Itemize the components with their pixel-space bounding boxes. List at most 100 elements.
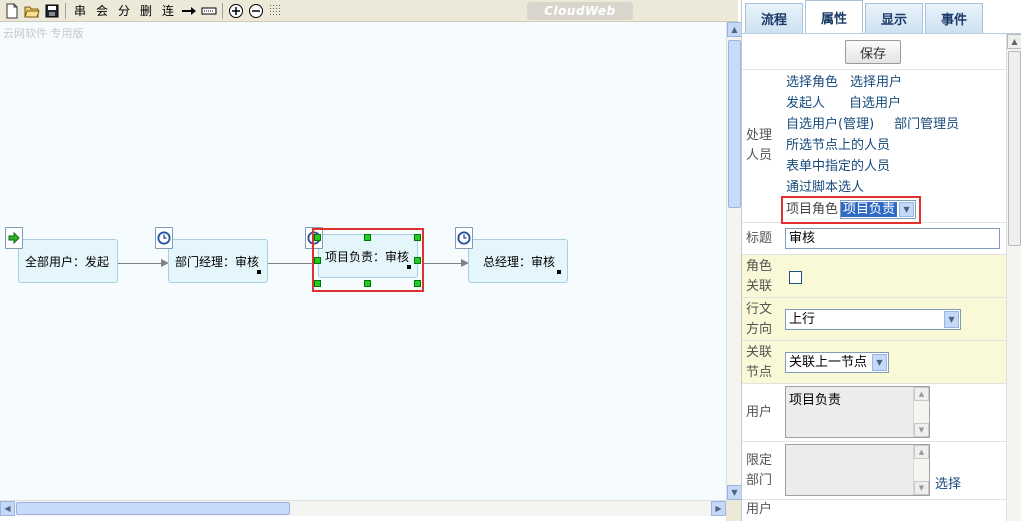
node-members-link[interactable]: 所选节点上的人员 <box>786 135 890 156</box>
textarea-scrollbar[interactable]: ▲ ▼ <box>913 387 929 437</box>
scroll-up-icon[interactable]: ▲ <box>914 445 929 459</box>
scroll-left-icon[interactable]: ◀ <box>0 501 15 516</box>
textarea-scrollbar[interactable]: ▲ ▼ <box>913 445 929 495</box>
dept-row: 限定部门 ▲ ▼ 选择 <box>742 442 1006 500</box>
resize-handle[interactable] <box>314 234 321 241</box>
panel-vertical-scrollbar[interactable]: ▲ <box>1006 34 1021 521</box>
direction-select[interactable]: 上行 ▼ <box>785 309 961 330</box>
flow-node-dept-manager[interactable]: 部门经理：审核 <box>168 239 268 283</box>
canvas-vertical-scrollbar[interactable]: ▲ ▼ <box>726 22 742 500</box>
scroll-thumb[interactable] <box>16 502 290 515</box>
flow-node-start[interactable]: 全部用户：发起 <box>18 239 118 283</box>
scroll-down-icon[interactable]: ▼ <box>727 485 742 500</box>
resize-handle[interactable] <box>414 257 421 264</box>
resize-handle[interactable] <box>364 234 371 241</box>
save-button[interactable]: 保存 <box>845 40 901 64</box>
choose-dept-link[interactable]: 选择 <box>935 474 961 495</box>
toolbar: 串 会 分 删 连 CloudWeb <box>0 0 738 22</box>
resize-handle[interactable] <box>314 257 321 264</box>
connect-button[interactable]: 连 <box>157 1 179 21</box>
watermark: 云网软件 专用版 <box>3 27 84 40</box>
scroll-down-icon[interactable]: ▼ <box>914 423 929 437</box>
linked-node-select[interactable]: 关联上一节点 ▼ <box>785 352 889 373</box>
tab-flow[interactable]: 流程 <box>745 3 803 33</box>
direction-row: 行文方向 上行 ▼ <box>742 298 1006 341</box>
new-file-icon[interactable] <box>2 1 22 21</box>
keyboard-icon[interactable] <box>199 1 219 21</box>
flow-node-gm[interactable]: 总经理：审核 <box>468 239 568 283</box>
scroll-right-icon[interactable]: ▶ <box>711 501 726 516</box>
flow-arrow <box>118 263 162 264</box>
zoom-in-icon[interactable] <box>226 1 246 21</box>
scroll-up-icon[interactable]: ▲ <box>1007 34 1021 49</box>
user2-row: 用户 <box>742 500 1006 521</box>
scroll-up-icon[interactable]: ▲ <box>914 387 929 401</box>
flow-arrow <box>424 263 462 264</box>
split-button[interactable]: 分 <box>113 1 135 21</box>
serial-button[interactable]: 串 <box>69 1 91 21</box>
properties-form: 保存 处理人员 选择角色 选择用户 发起人 自选用户 自选用户(管理) 部门管理… <box>742 34 1006 521</box>
tab-properties[interactable]: 属性 <box>805 0 863 33</box>
clock-icon <box>455 227 473 249</box>
scroll-thumb[interactable] <box>1008 51 1021 246</box>
tab-events[interactable]: 事件 <box>925 3 983 33</box>
resize-handle[interactable] <box>414 280 421 287</box>
select-user-link[interactable]: 选择用户 <box>850 72 902 93</box>
toolbar-divider <box>222 2 223 19</box>
grid-icon[interactable] <box>266 1 286 21</box>
scroll-up-icon[interactable]: ▲ <box>727 22 742 37</box>
handler-row: 处理人员 选择角色 选择用户 发起人 自选用户 自选用户(管理) 部门管理员 所… <box>742 70 1006 224</box>
chevron-down-icon: ▼ <box>944 311 959 328</box>
scroll-thumb[interactable] <box>728 40 741 208</box>
cloudweb-logo: CloudWeb <box>527 2 633 20</box>
scroll-corner <box>726 500 741 521</box>
panel-tabs: 流程 属性 显示 事件 <box>742 0 1021 34</box>
save-row: 保存 <box>742 34 1006 70</box>
resize-handle[interactable] <box>414 234 421 241</box>
start-icon <box>5 227 23 249</box>
clock-icon <box>155 227 173 249</box>
role-link-row: 角色关联 <box>742 255 1006 298</box>
node-resize-marker <box>257 270 261 274</box>
user-textarea[interactable]: 项目负责 ▲ ▼ <box>785 386 930 438</box>
tab-display[interactable]: 显示 <box>865 3 923 33</box>
self-select-user-link[interactable]: 自选用户 <box>849 93 901 114</box>
merge-button[interactable]: 会 <box>91 1 113 21</box>
dept-admin-link[interactable]: 部门管理员 <box>894 114 959 135</box>
form-specified-link[interactable]: 表单中指定的人员 <box>786 156 890 177</box>
resize-handle[interactable] <box>364 280 371 287</box>
initiator-link[interactable]: 发起人 <box>786 93 825 114</box>
zoom-out-icon[interactable] <box>246 1 266 21</box>
self-select-admin-link[interactable]: 自选用户(管理) <box>786 114 874 135</box>
dept-textarea[interactable]: ▲ ▼ <box>785 444 930 496</box>
title-label: 标题 <box>746 231 773 246</box>
delete-button[interactable]: 删 <box>135 1 157 21</box>
properties-panel: 流程 属性 显示 事件 保存 处理人员 选择角色 选择用户 发起人 自选用户 自… <box>741 0 1021 521</box>
arrow-right-icon[interactable] <box>179 1 199 21</box>
toolbar-divider <box>65 2 66 19</box>
node-label: 全部用户：发起 <box>25 254 110 269</box>
script-select-link[interactable]: 通过脚本选人 <box>786 177 864 198</box>
flow-arrow <box>268 263 314 264</box>
user2-label: 用户 <box>746 502 773 517</box>
dept-label: 限定部门 <box>746 453 773 488</box>
node-label: 部门经理：审核 <box>175 254 260 269</box>
save-disk-icon[interactable] <box>42 1 62 21</box>
linked-node-value: 关联上一节点 <box>789 355 868 370</box>
title-input[interactable]: 审核 <box>785 228 1000 249</box>
select-role-link[interactable]: 选择角色 <box>786 72 838 93</box>
title-row: 标题 审核 <box>742 223 1006 255</box>
brand-name: CloudWeb <box>544 4 616 18</box>
flow-canvas[interactable]: 云网软件 专用版 全部用户：发起 部门经理：审核 项目负责：审核 总经理：审核 <box>0 22 726 500</box>
scroll-down-icon[interactable]: ▼ <box>914 481 929 495</box>
open-folder-icon[interactable] <box>22 1 42 21</box>
canvas-horizontal-scrollbar[interactable]: ◀ ▶ <box>0 500 726 516</box>
resize-handle[interactable] <box>314 280 321 287</box>
role-link-checkbox[interactable] <box>789 271 802 284</box>
node-resize-marker <box>557 270 561 274</box>
direction-label: 行文方向 <box>746 302 773 337</box>
handler-label: 处理人员 <box>746 128 773 163</box>
linked-node-row: 关联节点 关联上一节点 ▼ <box>742 341 1006 384</box>
chevron-down-icon: ▼ <box>872 354 887 371</box>
user-label: 用户 <box>746 405 773 420</box>
